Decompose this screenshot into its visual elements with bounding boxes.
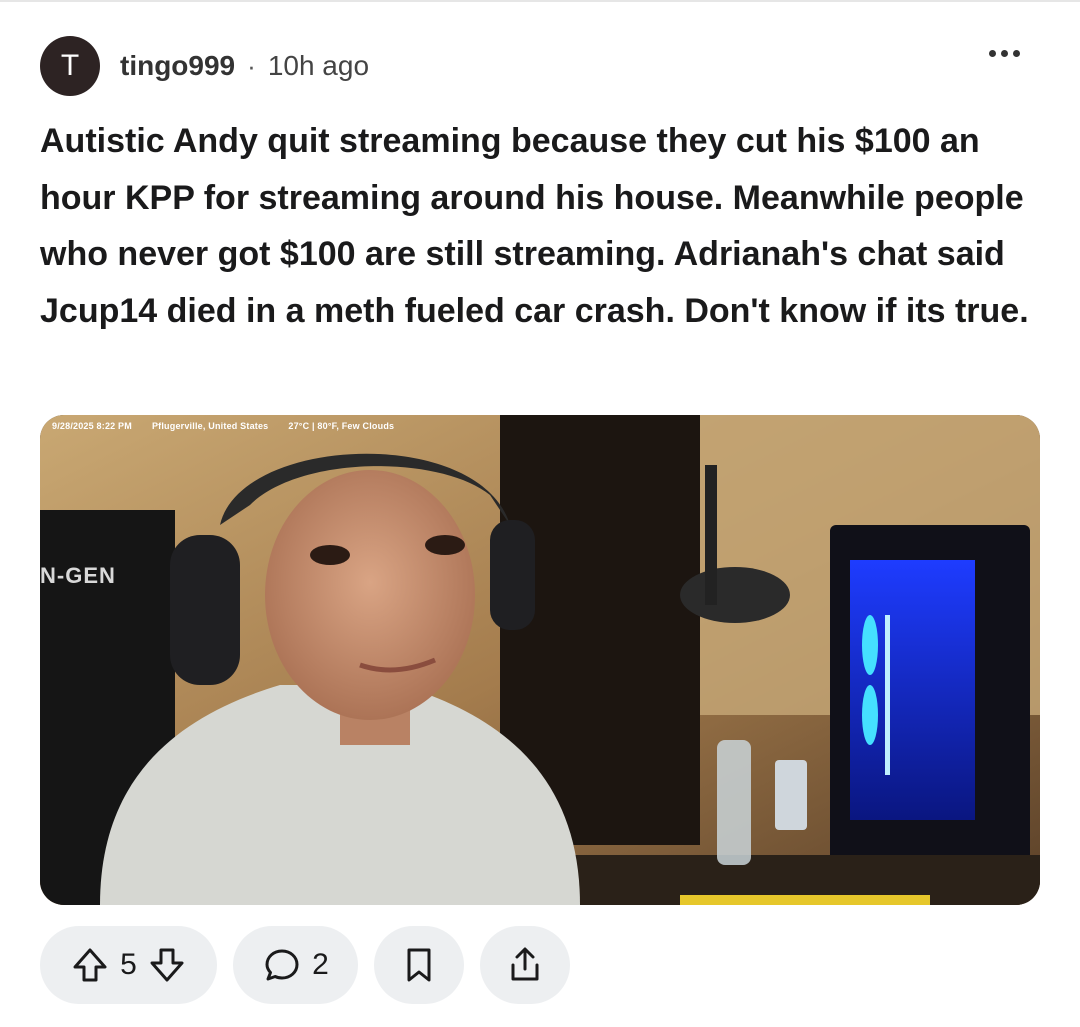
save-button[interactable] [374,926,464,1004]
vote-control: 5 [40,926,217,1004]
share-button[interactable] [480,926,570,1004]
meta-separator: · [247,50,256,81]
bookmark-icon [407,948,431,982]
arrow-up-icon[interactable] [70,945,110,985]
overlay-location: Pflugerville, United States [151,421,269,431]
stream-screenshot [40,415,1040,905]
overlay-weather: 27°C | 80°F, Few Clouds [288,421,395,431]
post-timestamp: 10h ago [267,50,370,81]
overlay-datetime: 9/28/2025 8:22 PM [52,421,132,431]
comment-bubble-icon [265,949,299,981]
post-action-bar: 5 2 [40,926,570,1004]
comment-count: 2 [312,948,329,981]
more-options-icon[interactable] [989,50,1020,57]
post-body-text: Autistic Andy quit streaming because the… [40,122,1029,330]
top-divider [0,0,1080,2]
post-header: T tingo999 · 10h ago [40,36,1040,96]
post-image[interactable]: 9/28/2025 8:22 PM Pflugerville, United S… [40,415,1040,905]
comment-button[interactable]: 2 [233,926,358,1004]
author-username[interactable]: tingo999 [120,50,235,82]
vote-count: 5 [120,948,137,981]
avatar[interactable]: T [40,36,100,96]
share-icon [511,947,539,981]
arrow-down-icon[interactable] [147,945,187,985]
chair-brand-text: N-GEN [40,563,116,588]
stream-overlay-info: 9/28/2025 8:22 PM Pflugerville, United S… [52,421,394,431]
